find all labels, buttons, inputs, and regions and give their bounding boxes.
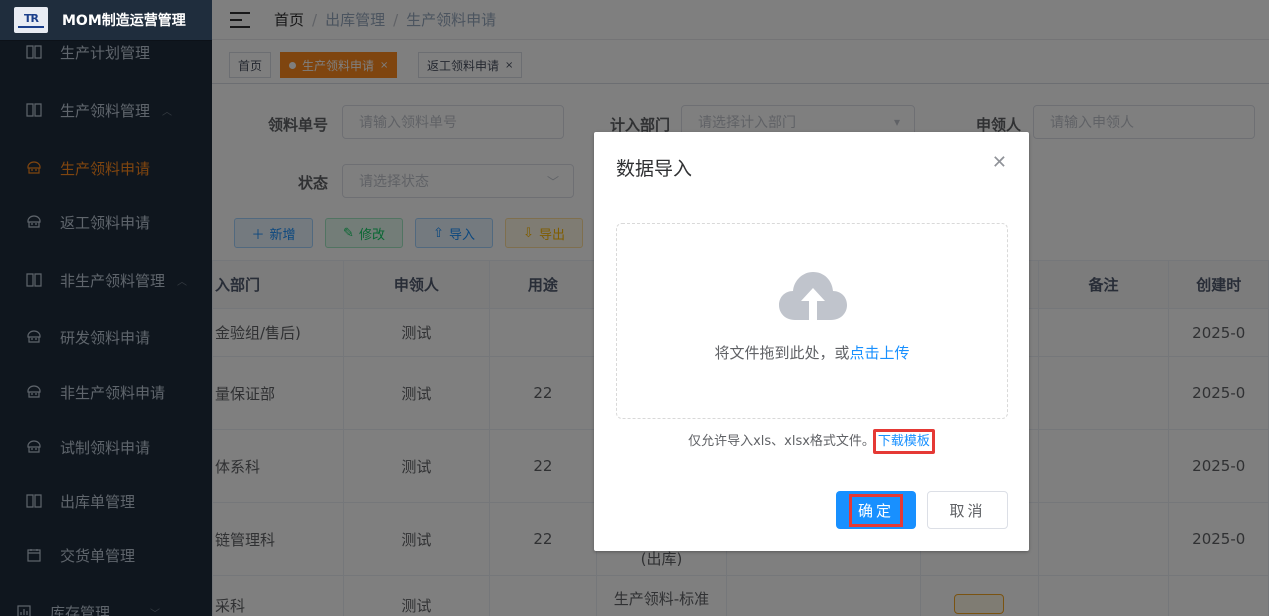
- logo-text: TR: [24, 11, 39, 25]
- upload-tip: 仅允许导入xls、xlsx格式文件。 下载模板: [594, 429, 1029, 454]
- cloud-upload-icon: [779, 272, 847, 320]
- logo-bar: TR MOM制造运营管理: [0, 0, 212, 40]
- upload-dropzone[interactable]: 将文件拖到此处，或点击上传: [616, 223, 1008, 419]
- click-upload-link[interactable]: 点击上传: [850, 344, 910, 362]
- confirm-button[interactable]: 确定: [836, 491, 916, 529]
- upload-hint: 将文件拖到此处，或点击上传: [714, 344, 910, 362]
- dialog-title: 数据导入: [616, 158, 693, 180]
- download-template-link[interactable]: 下载模板: [872, 429, 935, 454]
- logo: TR: [14, 7, 48, 33]
- app-title: MOM制造运营管理: [62, 13, 186, 29]
- close-icon[interactable]: ✕: [992, 152, 1007, 173]
- import-dialog: 数据导入 ✕ 将文件拖到此处，或点击上传 仅允许导入xls、xlsx格式文件。下…: [594, 132, 1029, 551]
- cancel-button[interactable]: 取消: [927, 491, 1008, 529]
